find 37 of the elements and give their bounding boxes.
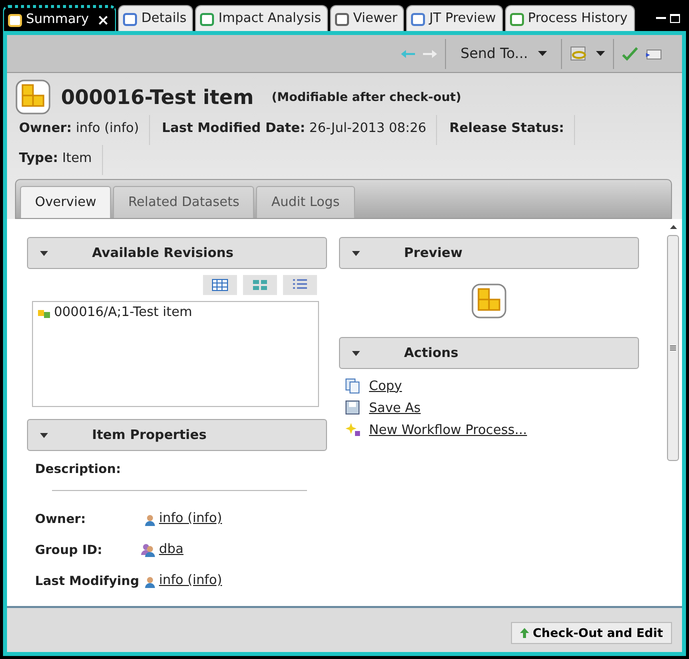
- editor-tab[interactable]: Summary ×: [3, 5, 116, 31]
- header-field: Type: Item: [15, 145, 103, 175]
- property-label: Owner:: [35, 511, 87, 526]
- editor-tab[interactable]: Viewer: [330, 5, 404, 31]
- item-title: 000016-Test item: [61, 85, 254, 109]
- revision-item[interactable]: 000016/A;1-Test item: [36, 305, 315, 320]
- property-link[interactable]: info (info): [159, 511, 222, 526]
- check-out-button[interactable]: Check-Out and Edit: [510, 622, 672, 644]
- editor-tab[interactable]: Details: [118, 5, 194, 31]
- section-title: Actions: [404, 346, 458, 360]
- send-to-button[interactable]: Send To...: [454, 44, 553, 62]
- header-field: Release Status:: [445, 115, 576, 145]
- property-label: Description:: [35, 461, 122, 476]
- editor-tab[interactable]: JT Preview: [406, 5, 503, 31]
- property-label: Group ID:: [35, 542, 104, 557]
- section-title: Preview: [404, 246, 463, 260]
- view-tab[interactable]: Related Datasets: [113, 186, 254, 218]
- section-title: Item Properties: [92, 428, 207, 442]
- section-title: Available Revisions: [92, 246, 234, 260]
- section-header[interactable]: Actions: [339, 337, 639, 369]
- action-link[interactable]: New Workflow Process...: [369, 422, 528, 438]
- close-icon[interactable]: ×: [96, 10, 110, 28]
- header-field: Owner: info (info): [15, 115, 150, 145]
- action-link[interactable]: Save As: [369, 400, 421, 416]
- view-tab[interactable]: Overview: [20, 186, 112, 218]
- property-label: Last Modifying: [35, 573, 140, 588]
- header-field: Last Modified Date: 26-Jul-2013 08:26: [158, 115, 438, 145]
- section-header[interactable]: Preview: [339, 237, 639, 269]
- section-header[interactable]: Item Properties: [27, 419, 327, 451]
- property-link[interactable]: dba: [159, 542, 184, 557]
- editor-tab[interactable]: Impact Analysis: [195, 5, 328, 31]
- view-tab[interactable]: Audit Logs: [256, 186, 355, 218]
- edit-note: (Modifiable after check-out): [272, 90, 462, 104]
- section-header[interactable]: Available Revisions: [27, 237, 327, 269]
- action-link[interactable]: Copy: [369, 378, 402, 394]
- editor-tab[interactable]: Process History: [504, 5, 635, 31]
- property-link[interactable]: info (info): [159, 573, 222, 588]
